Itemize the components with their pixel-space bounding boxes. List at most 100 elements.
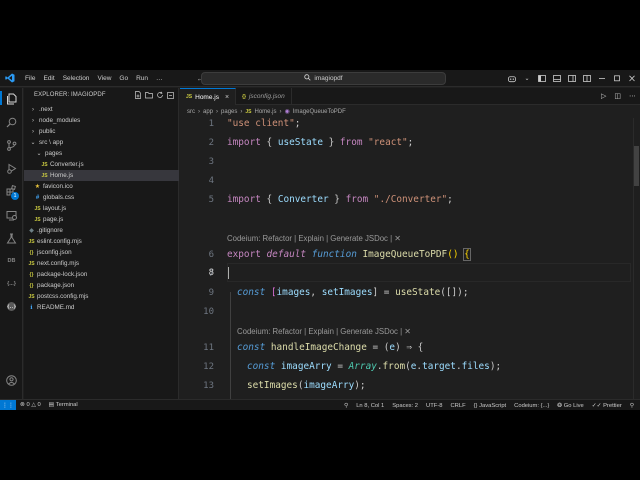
copilot-icon[interactable] — [508, 75, 516, 83]
tree-file-package[interactable]: {} package.json — [24, 280, 179, 291]
tree-folder-pages[interactable]: ⌄ pages — [24, 148, 179, 159]
collapse-all-icon[interactable] — [167, 91, 175, 99]
run-debug-icon[interactable] — [5, 162, 18, 175]
breadcrumb-item[interactable]: pages — [221, 109, 237, 115]
punct-token: = — [331, 361, 349, 372]
tab-home-js[interactable]: JS Home.js × — [180, 88, 237, 105]
encoding[interactable]: UTF-8 — [422, 403, 446, 409]
toggle-secondary-sidebar-icon[interactable] — [568, 75, 576, 83]
keyword-token: const — [237, 342, 266, 353]
breadcrumb-item[interactable]: ImageQueueToPDF — [293, 109, 346, 115]
js-file-icon: JS — [186, 94, 193, 100]
json-icon[interactable]: {...} — [5, 277, 18, 290]
cursor-position[interactable]: Ln 8, Col 1 — [352, 403, 388, 409]
tree-file-postcss[interactable]: JS postcss.config.mjs — [24, 291, 179, 302]
go-live-button[interactable]: ❂ Go Live — [553, 403, 587, 409]
tree-file-next-config[interactable]: JS next.config.mjs — [24, 258, 179, 269]
menu-run[interactable]: Run — [132, 70, 152, 87]
split-editor-icon[interactable]: ◫ — [614, 92, 621, 100]
codeium-codelens[interactable]: Codeium: Refactor | Explain | Generate J… — [237, 327, 411, 336]
line-number: 10 — [203, 307, 214, 317]
tree-file-favicon[interactable]: ★ favicon.ico — [24, 181, 179, 192]
line-number: 12 — [203, 362, 214, 372]
tree-file-package-lock[interactable]: {} package-lock.json — [24, 269, 179, 280]
testing-icon[interactable] — [5, 232, 18, 245]
codeium-status[interactable]: Codeium: {...} — [510, 403, 553, 409]
editor-scroll-thumb[interactable] — [634, 146, 639, 186]
tree-file-layout[interactable]: JS layout.js — [24, 203, 179, 214]
tree-file-eslint[interactable]: JS eslint.config.mjs — [24, 236, 179, 247]
language-mode[interactable]: {} JavaScript — [470, 403, 511, 409]
toggle-sidebar-icon[interactable] — [538, 75, 546, 83]
tree-file-converter[interactable]: JS Converter.js — [24, 159, 179, 170]
codeium-codelens[interactable]: Codeium: Refactor | Explain | Generate J… — [227, 234, 401, 243]
end-of-line[interactable]: CRLF — [446, 403, 469, 409]
tree-label: package-lock.json — [37, 271, 88, 278]
remote-explorer-icon[interactable] — [5, 209, 18, 222]
breadcrumb-item[interactable]: Home.js — [255, 109, 277, 115]
problems-indicator[interactable]: ⊗ 0 △ 0 — [16, 402, 45, 408]
refresh-icon[interactable] — [156, 91, 164, 99]
run-icon[interactable]: ▷ — [601, 92, 606, 100]
menu-selection[interactable]: Selection — [59, 70, 94, 87]
minimize-icon[interactable] — [598, 75, 606, 83]
breadcrumb-item[interactable]: app — [203, 109, 213, 115]
tree-file-gitignore[interactable]: ◆ .gitignore — [24, 225, 179, 236]
dropdown-chevron-icon[interactable]: ⌄ — [523, 75, 531, 83]
indentation[interactable]: Spaces: 2 — [388, 403, 422, 409]
breadcrumb-separator-icon: › — [240, 108, 243, 115]
punct-token: ] = — [372, 287, 396, 298]
new-folder-icon[interactable] — [145, 91, 153, 99]
codeium-icon[interactable]: {..} — [5, 300, 18, 313]
punct-token: ); — [489, 361, 502, 372]
search-icon[interactable] — [5, 116, 18, 129]
breadcrumb-item[interactable]: src — [187, 109, 195, 115]
close-tab-icon[interactable]: × — [225, 94, 229, 101]
punct-token: , — [310, 287, 322, 298]
tree-label: src \ app — [39, 139, 64, 146]
editor-actions: ▷ ◫ ⋯ — [601, 92, 636, 100]
tree-file-page[interactable]: JS page.js — [24, 214, 179, 225]
menu-file[interactable]: File — [21, 70, 39, 87]
tree-folder-public[interactable]: › public — [24, 126, 179, 137]
json-file-icon: {} — [242, 93, 246, 100]
line-number: 1 — [208, 119, 214, 129]
keyword-token: import — [227, 194, 261, 205]
code-editor[interactable]: 1 2 3 4 5 6 7 8 9 10 11 12 13 "use clien… — [180, 118, 640, 399]
terminal-icon: ▤ — [48, 402, 55, 408]
remote-indicator-icon[interactable]: ⋮⋮ — [0, 399, 16, 410]
menu-view[interactable]: View — [93, 70, 115, 87]
menu-edit[interactable]: Edit — [39, 70, 58, 87]
tree-label: pages — [45, 150, 63, 157]
notifications-bell-icon[interactable]: ⚲ — [626, 403, 638, 409]
terminal-button[interactable]: ▤ Terminal — [45, 402, 82, 408]
layout-icon[interactable] — [583, 75, 591, 83]
toggle-panel-icon[interactable] — [553, 75, 561, 83]
tab-jsconfig-json[interactable]: {} jsconfig.json — [236, 88, 292, 105]
prettier-status[interactable]: ✓✓ Prettier — [588, 403, 626, 409]
line-number: 3 — [208, 157, 214, 167]
punct-token: { — [260, 194, 278, 205]
active-indicator — [0, 91, 2, 105]
new-file-icon[interactable] — [134, 91, 142, 99]
more-actions-icon[interactable]: ⋯ — [629, 92, 636, 100]
tree-folder-node-modules[interactable]: › node_modules — [24, 115, 179, 126]
zoom-search-icon[interactable]: ⚲ — [340, 403, 352, 409]
tree-folder-src-app[interactable]: ⌄ src \ app — [24, 137, 179, 148]
files-icon[interactable] — [5, 92, 18, 105]
tree-file-jsconfig[interactable]: {} jsconfig.json — [24, 247, 179, 258]
menu-more[interactable]: … — [152, 70, 167, 87]
close-window-icon[interactable] — [628, 75, 636, 83]
maximize-icon[interactable] — [613, 75, 621, 83]
account-icon[interactable] — [5, 374, 18, 387]
source-control-icon[interactable] — [5, 139, 18, 152]
command-center[interactable]: imagiopdf — [201, 72, 446, 85]
tree-file-home[interactable]: JS Home.js — [24, 170, 179, 181]
database-icon[interactable]: DB — [5, 254, 18, 267]
json-file-icon: {} — [29, 282, 34, 289]
tree-folder-next[interactable]: › .next — [24, 104, 179, 115]
tree-file-globals-css[interactable]: # globals.css — [24, 192, 179, 203]
identifier-token: useState — [277, 137, 323, 148]
tree-file-readme[interactable]: ℹ README.md — [24, 302, 179, 313]
menu-go[interactable]: Go — [115, 70, 132, 87]
